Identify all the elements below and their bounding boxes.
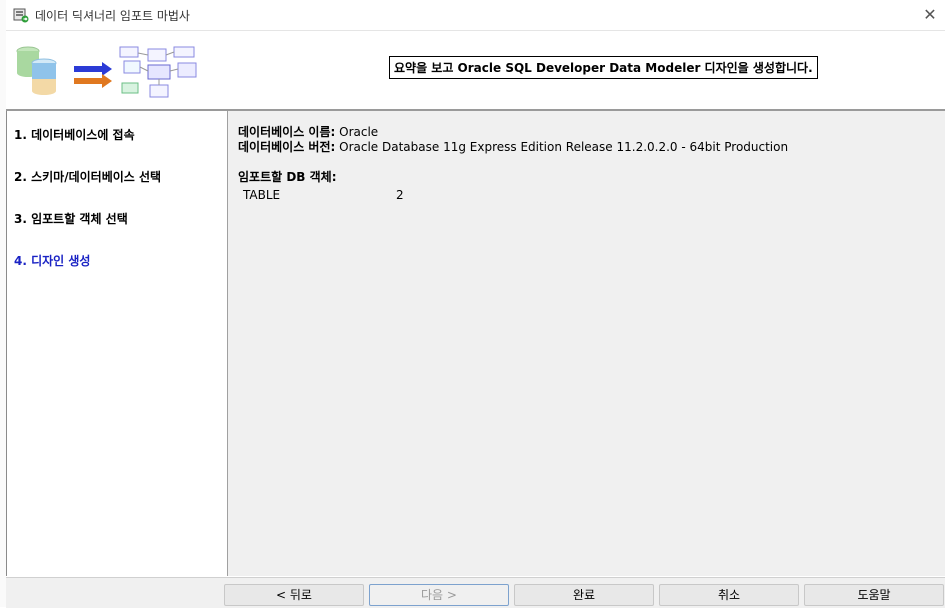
step-select-objects[interactable]: 3. 임포트할 객체 선택 [14,210,128,227]
help-button[interactable]: 도움말 [804,584,944,606]
database-import-icon [13,8,29,23]
back-button[interactable]: < 뒤로 [224,584,364,606]
window-title: 데이터 딕셔너리 임포트 마법사 [35,9,190,23]
object-type-count: 2 [396,188,404,202]
banner-description: 요약을 보고 Oracle SQL Developer Data Modeler… [389,56,818,79]
step-select-schema[interactable]: 2. 스키마/데이터베이스 선택 [14,168,161,185]
wizard-banner: 요약을 보고 Oracle SQL Developer Data Modeler… [6,31,945,111]
import-wizard-dialog: 데이터 딕셔너리 임포트 마법사 ✕ 요약을 보고 Oracle SQL Dev… [6,0,945,608]
db-name-value: Oracle [339,125,379,139]
title-bar: 데이터 딕셔너리 임포트 마법사 ✕ [6,0,945,31]
db-version-row: 데이터베이스 버전: Oracle Database 11g Express E… [238,138,788,155]
step-connect-database[interactable]: 1. 데이터베이스에 접속 [14,126,135,143]
next-button[interactable]: 다음 > [369,584,509,606]
objects-label: 임포트할 DB 객체: [238,170,337,184]
finish-button[interactable]: 완료 [514,584,654,606]
step-generate-design[interactable]: 4. 디자인 생성 [14,252,90,269]
cancel-button[interactable]: 취소 [659,584,799,606]
button-bar: < 뒤로 다음 > 완료 취소 도움말 [6,577,945,608]
object-type-name: TABLE [243,188,281,202]
db-version-value: Oracle Database 11g Express Edition Rele… [339,140,789,154]
db-name-label: 데이터베이스 이름: [238,125,336,139]
close-icon[interactable]: ✕ [915,0,945,30]
import-wizard-graphic [16,46,197,98]
wizard-steps-panel: 1. 데이터베이스에 접속 2. 스키마/데이터베이스 선택 3. 임포트할 객… [6,111,229,576]
summary-panel: 데이터베이스 이름: Oracle 데이터베이스 버전: Oracle Data… [228,111,945,576]
db-version-label: 데이터베이스 버전: [238,140,336,154]
